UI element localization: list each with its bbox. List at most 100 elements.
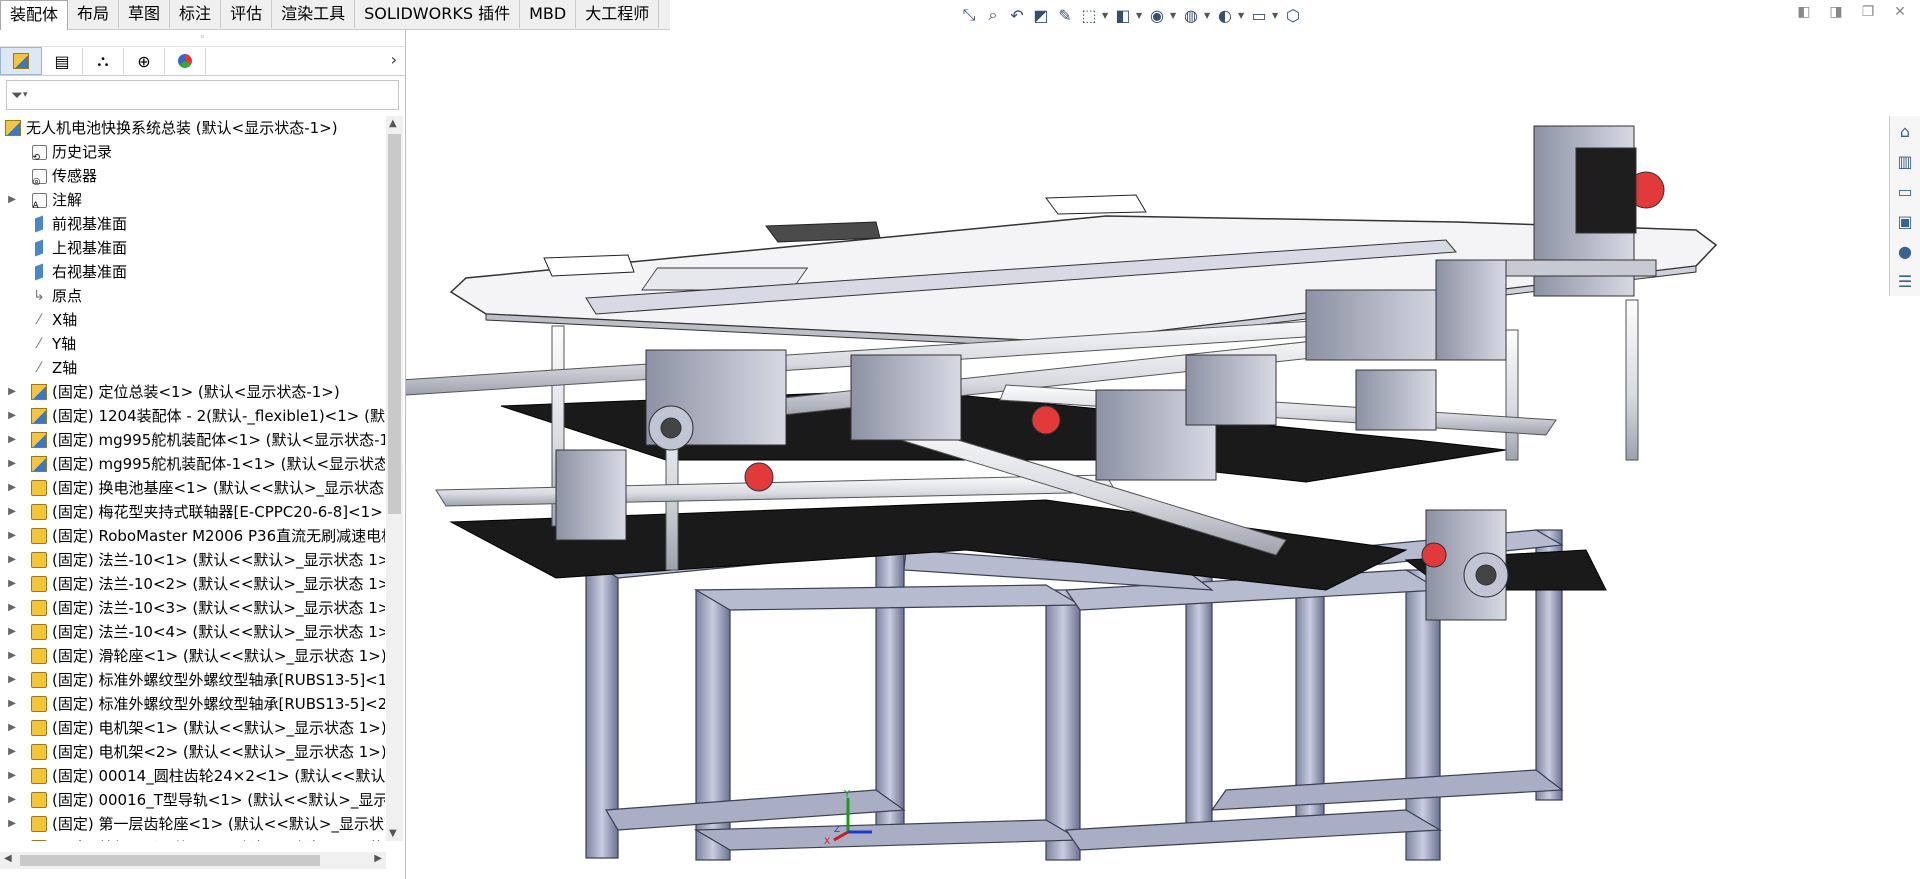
expand-arrow-icon[interactable]: ▶ <box>6 668 18 692</box>
expand-arrow-icon[interactable]: ▶ <box>6 548 18 572</box>
tree-item[interactable]: ▶ (固定) 法兰-10<4> (默认<<默认>_显示状态 1>) <box>0 620 385 644</box>
tree-filter[interactable]: ⏷ ▾ <box>6 80 399 110</box>
scroll-up-icon[interactable]: ▲ <box>389 118 397 129</box>
tree-item[interactable]: ⁄ X轴 <box>0 308 385 332</box>
tree-item[interactable]: ▶ (固定) 法兰-10<2> (默认<<默认>_显示状态 1>) <box>0 572 385 596</box>
feature-manager-tab[interactable] <box>0 47 42 75</box>
tree-item[interactable]: ⁄ Z轴 <box>0 356 385 380</box>
tree-item[interactable]: ▶ (固定) RoboMaster M2006 P36直流无刷减速电机 <box>0 524 385 548</box>
tree-item[interactable]: ▶ (固定) 法兰-10<1> (默认<<默认>_显示状态 1>) <box>0 548 385 572</box>
expand-arrow-icon[interactable]: ▶ <box>6 572 18 596</box>
tree-item[interactable]: ▶ (固定) mg995舵机装配体-1<1> (默认<显示状态- <box>0 452 385 476</box>
tree-item[interactable]: 上视基准面 <box>0 236 385 260</box>
tree-item[interactable]: ▶ (固定) 梅花型夹持式联轴器[E-CPPC20-6-8]<1> (默 <box>0 500 385 524</box>
tree-root[interactable]: 无人机电池快换系统总装 (默认<显示状态-1>) <box>0 116 385 140</box>
tab-6[interactable]: SOLIDWORKS 插件 <box>355 0 521 28</box>
expand-arrow-icon[interactable]: ▶ <box>6 692 18 716</box>
dropdown-arrow-icon[interactable]: ▼ <box>1170 11 1178 20</box>
edit-appearance-icon[interactable]: ◍ <box>1180 4 1202 26</box>
expand-arrow-icon[interactable]: ▶ <box>6 380 18 404</box>
expand-arrow-icon[interactable]: ▶ <box>6 716 18 740</box>
previous-view-icon[interactable]: ↶ <box>1006 4 1028 26</box>
tree-item[interactable]: ▶ (固定) 00014_圆柱齿轮24×2<1> (默认<<默认>_ <box>0 764 385 788</box>
close-icon[interactable]: ✕ <box>1890 4 1910 22</box>
tree-item[interactable]: ↳ 原点 <box>0 284 385 308</box>
expand-arrow-icon[interactable]: ▶ <box>6 644 18 668</box>
tree-item[interactable]: ⟲ 历史记录 <box>0 140 385 164</box>
dropdown-arrow-icon[interactable]: ▼ <box>1238 11 1246 20</box>
tree-item[interactable]: 右视基准面 <box>0 260 385 284</box>
section-view-icon[interactable]: ◩ <box>1030 4 1052 26</box>
dropdown-arrow-icon[interactable]: ▼ <box>1272 11 1280 20</box>
scroll-right-icon[interactable]: ▶ <box>374 853 382 864</box>
home-icon[interactable]: ⌂ <box>1890 116 1920 146</box>
dropdown-arrow-icon[interactable]: ▼ <box>1136 11 1144 20</box>
view-palette-icon[interactable]: ▣ <box>1890 206 1920 236</box>
tree-horizontal-scrollbar[interactable]: ◀ ▶ <box>0 852 386 869</box>
expand-arrow-icon[interactable]: ▶ <box>6 836 18 841</box>
expand-arrow-icon[interactable]: ▶ <box>6 452 18 476</box>
configuration-manager-tab[interactable]: ⛬ <box>83 48 124 74</box>
tree-item[interactable]: ▶ (固定) 法兰-10<3> (默认<<默认>_显示状态 1>) <box>0 596 385 620</box>
expand-arrow-icon[interactable]: ▶ <box>6 764 18 788</box>
expand-arrow-icon[interactable]: ▶ <box>6 524 18 548</box>
expand-arrow-icon[interactable]: ▶ <box>6 188 18 212</box>
apply-scene-icon[interactable]: ◐ <box>1214 4 1236 26</box>
scroll-down-icon[interactable]: ▼ <box>389 828 397 839</box>
expand-arrow-icon[interactable]: ▶ <box>6 788 18 812</box>
display-manager-tab[interactable] <box>165 48 206 74</box>
tree-item[interactable]: ◎ 传感器 <box>0 164 385 188</box>
view-orientation-icon[interactable]: ⬚ <box>1078 4 1100 26</box>
graphics-area[interactable]: Y Z X ⌂ ▥ ▭ ▣ ● ☰ <box>406 30 1920 879</box>
display-style-icon[interactable]: ◧ <box>1112 4 1134 26</box>
expand-arrow-icon[interactable]: ▶ <box>6 812 18 836</box>
dimxpert-tab[interactable]: ⊕ <box>124 48 165 74</box>
dynamic-annotation-icon[interactable]: ✎ <box>1054 4 1076 26</box>
tab-7[interactable]: MBD <box>520 0 577 28</box>
tree-item[interactable]: ▶ (固定) 1204装配体 - 2(默认-_flexible1)<1> (默认 <box>0 404 385 428</box>
tree-item[interactable]: ⁄ Y轴 <box>0 332 385 356</box>
tree-vertical-scrollbar[interactable]: ▲ ▼ <box>386 116 403 841</box>
tree-item[interactable]: ▶ (固定) 第一层齿轮座<1> (默认<<默认>_显示状态 <box>0 812 385 836</box>
hide-show-icon[interactable]: ◉ <box>1146 4 1168 26</box>
tree-item[interactable]: ▶ (固定) 电机架<1> (默认<<默认>_显示状态 1>) <box>0 716 385 740</box>
assembly-model[interactable] <box>406 30 1920 879</box>
expand-arrow-icon[interactable]: ▶ <box>6 740 18 764</box>
scrollbar-thumb[interactable] <box>20 855 320 866</box>
dropdown-arrow-icon[interactable]: ▼ <box>1102 11 1110 20</box>
scroll-left-icon[interactable]: ◀ <box>4 853 12 864</box>
tab-0[interactable]: 装配体 <box>0 0 69 30</box>
tab-8[interactable]: 大工程师 <box>576 0 660 28</box>
dropdown-arrow-icon[interactable]: ▼ <box>1204 11 1212 20</box>
tab-1[interactable]: 布局 <box>68 0 120 28</box>
expand-arrow-icon[interactable]: ▶ <box>6 404 18 428</box>
tree-item[interactable]: ▶ (固定) 舵机圆形配件<1> (默认<<默认>_显示状态 <box>0 836 385 841</box>
custom-properties-icon[interactable]: ☰ <box>1890 266 1920 296</box>
expand-arrow-icon[interactable]: ▶ <box>6 476 18 500</box>
view-settings-icon[interactable]: ▭ <box>1248 4 1270 26</box>
tab-3[interactable]: 标注 <box>170 0 222 28</box>
tree-item[interactable]: ▶ (固定) 换电池基座<1> (默认<<默认>_显示状态 1 <box>0 476 385 500</box>
tree-item[interactable]: ▶ (固定) 定位总装<1> (默认<显示状态-1>) <box>0 380 385 404</box>
tree-item[interactable]: 前视基准面 <box>0 212 385 236</box>
expand-arrow-icon[interactable]: ▶ <box>6 620 18 644</box>
tree-item[interactable]: ▶ (固定) 电机架<2> (默认<<默认>_显示状态 1>) <box>0 740 385 764</box>
expand-arrow-icon[interactable]: ▶ <box>6 596 18 620</box>
restore-icon[interactable]: ❐ <box>1858 4 1878 22</box>
chevron-right-icon[interactable]: › <box>391 50 397 69</box>
appearances-icon[interactable]: ● <box>1890 236 1920 266</box>
tile-right-icon[interactable]: ◨ <box>1826 4 1846 22</box>
scrollbar-thumb[interactable] <box>388 134 401 514</box>
tree-item[interactable]: ▶ (固定) 标准外螺纹型外螺纹型轴承[RUBS13-5]<1> <box>0 668 385 692</box>
tree-item[interactable]: ▶ (固定) 标准外螺纹型外螺纹型轴承[RUBS13-5]<2> <box>0 692 385 716</box>
zoom-area-icon[interactable]: ⌕ <box>982 4 1004 26</box>
tree-item[interactable]: ▶ (固定) 滑轮座<1> (默认<<默认>_显示状态 1>) <box>0 644 385 668</box>
tree-item[interactable]: ▶ A 注解 <box>0 188 385 212</box>
panel-splitter[interactable]: ◦ <box>0 30 405 47</box>
tree-item[interactable]: ▶ (固定) mg995舵机装配体<1> (默认<显示状态-1> <box>0 428 385 452</box>
zoom-to-fit-icon[interactable]: ⤡ <box>958 4 980 26</box>
expand-arrow-icon[interactable]: ▶ <box>6 428 18 452</box>
property-manager-tab[interactable]: ▤ <box>42 48 83 74</box>
tab-5[interactable]: 渲染工具 <box>272 0 356 28</box>
file-explorer-icon[interactable]: ▭ <box>1890 176 1920 206</box>
